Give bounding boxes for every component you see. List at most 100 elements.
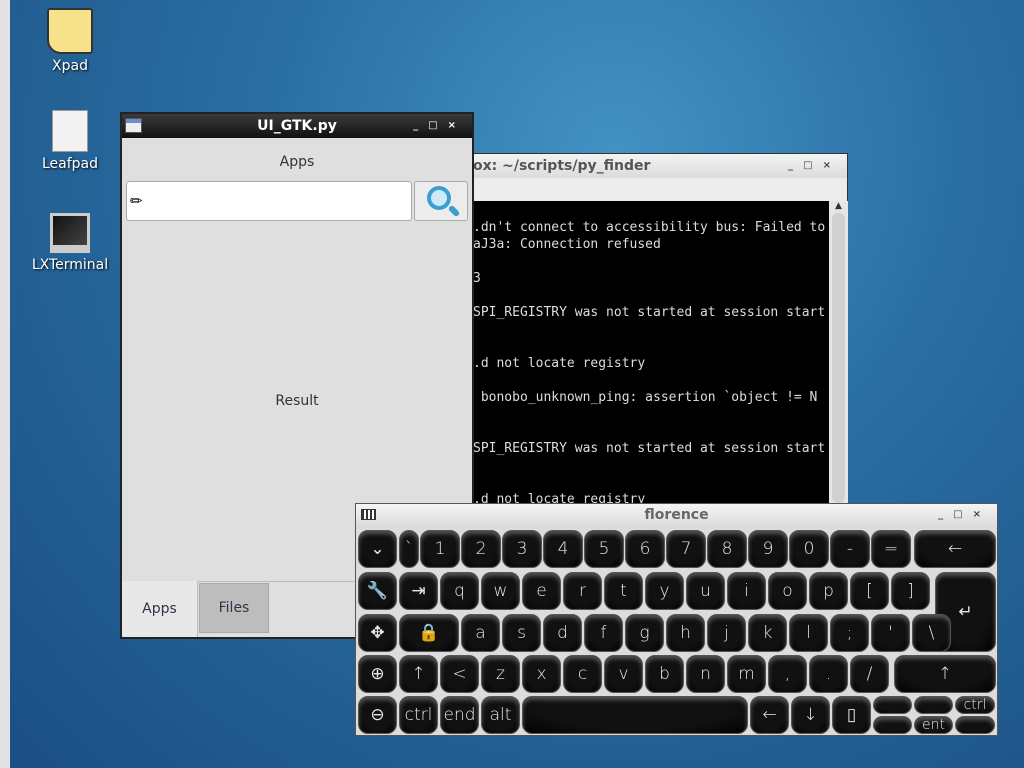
key-n[interactable]: n: [686, 655, 725, 693]
window-menu-icon[interactable]: [125, 118, 142, 133]
key-blank[interactable]: [955, 716, 995, 734]
key-l[interactable]: l: [789, 614, 828, 652]
key-4[interactable]: 4: [543, 530, 583, 568]
desktop-icon-xpad[interactable]: Xpad: [30, 8, 110, 74]
shift-arrow-key[interactable]: ↑: [894, 655, 996, 693]
key-t[interactable]: t: [604, 572, 643, 610]
keyboard-icon: [361, 509, 376, 520]
key-/[interactable]: /: [850, 655, 889, 693]
key-u[interactable]: u: [686, 572, 725, 610]
caps-lock-key[interactable]: 🔒: [399, 614, 459, 652]
key-6[interactable]: 6: [625, 530, 665, 568]
shift-arrow-key[interactable]: ↑: [399, 655, 438, 693]
key-blank[interactable]: [873, 716, 912, 734]
key-s[interactable]: s: [502, 614, 541, 652]
key-0[interactable]: 0: [789, 530, 829, 568]
desktop-icon-lxterminal[interactable]: LXTerminal: [30, 213, 110, 273]
right-key-key[interactable]: ▯: [832, 696, 871, 734]
key-<[interactable]: <: [440, 655, 479, 693]
search-button[interactable]: [414, 181, 468, 221]
left-arrow-key[interactable]: ←: [750, 696, 789, 734]
minimize-button[interactable]: _: [788, 160, 803, 171]
title-bar[interactable]: ox: ~/scripts/py_finder _□×: [469, 154, 847, 178]
key-i[interactable]: i: [727, 572, 766, 610]
key-z[interactable]: z: [481, 655, 520, 693]
key-p[interactable]: p: [809, 572, 848, 610]
key-;[interactable]: ;: [830, 614, 869, 652]
key-8[interactable]: 8: [707, 530, 747, 568]
key-end[interactable]: end: [440, 696, 479, 734]
key-y[interactable]: y: [645, 572, 684, 610]
key-.[interactable]: .: [809, 655, 848, 693]
window-title: UI_GTK.py: [257, 118, 337, 134]
key-][interactable]: ]: [891, 572, 930, 610]
key-9[interactable]: 9: [748, 530, 788, 568]
minimize-button[interactable]: _: [413, 120, 428, 131]
desktop-icon-leafpad[interactable]: Leafpad: [30, 110, 110, 172]
key-m[interactable]: m: [727, 655, 766, 693]
key-1[interactable]: 1: [420, 530, 460, 568]
key-a[interactable]: a: [461, 614, 500, 652]
maximize-button[interactable]: □: [953, 509, 972, 520]
tab-files[interactable]: Files: [199, 583, 269, 633]
space-key[interactable]: [522, 696, 748, 734]
key-7[interactable]: 7: [666, 530, 706, 568]
desktop-icon-label: Leafpad: [41, 156, 99, 172]
key-o[interactable]: o: [768, 572, 807, 610]
florence-keyboard-window: florence _□× ⌄ ` 1 2 3 4 5 6 7 8 9 0- = ← 🔧 ⇥ q w e r t y u i o p…: [355, 503, 998, 736]
title-bar[interactable]: florence _□×: [356, 504, 997, 527]
hide-keyboard-key[interactable]: ⌄: [358, 530, 397, 568]
key-[[interactable]: [: [850, 572, 889, 610]
key-3[interactable]: 3: [502, 530, 542, 568]
key-f[interactable]: f: [584, 614, 623, 652]
key-ent[interactable]: ent: [914, 716, 953, 734]
key-=[interactable]: =: [871, 530, 911, 568]
key-b[interactable]: b: [645, 655, 684, 693]
key-j[interactable]: j: [707, 614, 746, 652]
key-v[interactable]: v: [604, 655, 643, 693]
key-ctrl[interactable]: ctrl: [399, 696, 438, 734]
title-bar[interactable]: UI_GTK.py _□×: [122, 114, 472, 138]
key-`[interactable]: `: [399, 530, 419, 568]
key-'[interactable]: ': [871, 614, 910, 652]
key-ctrl[interactable]: ctrl: [955, 696, 995, 714]
key-x[interactable]: x: [522, 655, 561, 693]
text-editor-icon: [52, 110, 88, 152]
terminal-output[interactable]: .dn't connect to accessibility bus: Fail…: [469, 201, 829, 521]
key-blank[interactable]: [914, 696, 953, 714]
terminal-line: bonobo_unknown_ping: assertion `object !…: [473, 390, 818, 405]
key-2[interactable]: 2: [461, 530, 501, 568]
close-button[interactable]: ×: [823, 160, 841, 171]
scrollbar[interactable]: ▲: [829, 201, 848, 521]
key-,[interactable]: ,: [768, 655, 807, 693]
key-q[interactable]: q: [440, 572, 479, 610]
key-d[interactable]: d: [543, 614, 582, 652]
down-arrow-key[interactable]: ↓: [791, 696, 830, 734]
tab-apps[interactable]: Apps: [122, 581, 198, 637]
close-button[interactable]: ×: [448, 120, 466, 131]
maximize-button[interactable]: □: [803, 160, 822, 171]
maximize-button[interactable]: □: [428, 120, 447, 131]
key-e[interactable]: e: [522, 572, 561, 610]
key-alt[interactable]: alt: [481, 696, 520, 734]
key-w[interactable]: w: [481, 572, 520, 610]
search-input[interactable]: ✏: [126, 181, 412, 221]
key-\[interactable]: \: [912, 614, 951, 652]
tab-key[interactable]: ⇥: [399, 572, 438, 610]
move-key[interactable]: ✥: [358, 614, 397, 652]
key-c[interactable]: c: [563, 655, 602, 693]
key-g[interactable]: g: [625, 614, 664, 652]
key-h[interactable]: h: [666, 614, 705, 652]
settings-wrench-key[interactable]: 🔧: [358, 572, 397, 610]
close-button[interactable]: ×: [973, 509, 991, 520]
key-r[interactable]: r: [563, 572, 602, 610]
key-blank[interactable]: [873, 696, 912, 714]
terminal-line: .dn't connect to accessibility bus: Fail…: [473, 220, 826, 235]
left-arrow-key[interactable]: ←: [914, 530, 996, 568]
key-5[interactable]: 5: [584, 530, 624, 568]
key-k[interactable]: k: [748, 614, 787, 652]
zoom-in-key[interactable]: ⊕: [358, 655, 397, 693]
zoom-out-key[interactable]: ⊖: [358, 696, 397, 734]
minimize-button[interactable]: _: [938, 509, 953, 520]
key--[interactable]: -: [830, 530, 870, 568]
